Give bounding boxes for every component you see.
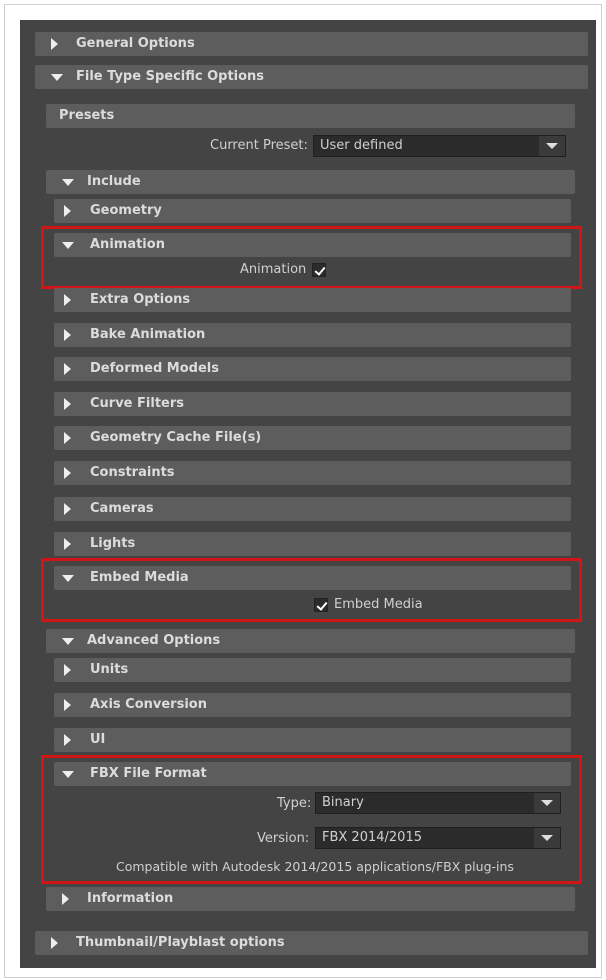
current-preset-dropdown[interactable]: User defined: [313, 135, 566, 157]
section-curve-filters[interactable]: Curve Filters: [54, 392, 571, 416]
current-preset-label: Current Preset:: [210, 138, 308, 153]
section-cameras[interactable]: Cameras: [54, 497, 571, 521]
section-constraints[interactable]: Constraints: [54, 461, 571, 485]
section-geometry[interactable]: Geometry: [54, 199, 571, 223]
expand-arrow-right-icon: [51, 38, 58, 50]
section-label: Advanced Options: [87, 633, 221, 648]
section-include[interactable]: Include: [46, 170, 575, 194]
expand-arrow-right-icon: [64, 363, 71, 375]
section-extra-options[interactable]: Extra Options: [54, 288, 571, 312]
expand-arrow-right-icon: [62, 893, 69, 905]
collapse-arrow-down-icon: [51, 74, 63, 81]
section-axis-conversion[interactable]: Axis Conversion: [54, 693, 571, 717]
section-ui[interactable]: UI: [54, 728, 571, 752]
section-bake-animation[interactable]: Bake Animation: [54, 323, 571, 347]
section-label: Geometry Cache File(s): [90, 430, 262, 445]
section-label: Constraints: [90, 465, 175, 480]
current-preset-value: User defined: [320, 138, 403, 153]
section-label: Geometry: [90, 203, 162, 218]
section-label: Presets: [59, 108, 115, 123]
section-label: Bake Animation: [90, 327, 206, 342]
expand-arrow-right-icon: [64, 699, 71, 711]
highlight-box-embed-media: [41, 558, 582, 622]
section-label: UI: [90, 732, 106, 747]
section-lights[interactable]: Lights: [54, 532, 571, 556]
section-label: File Type Specific Options: [76, 69, 265, 84]
section-general-options[interactable]: General Options: [35, 32, 588, 56]
expand-arrow-right-icon: [64, 329, 71, 341]
expand-arrow-right-icon: [64, 538, 71, 550]
expand-arrow-right-icon: [64, 432, 71, 444]
expand-arrow-right-icon: [64, 734, 71, 746]
collapse-arrow-down-icon: [62, 179, 74, 186]
section-label: Thumbnail/Playblast options: [76, 935, 285, 950]
section-label: Extra Options: [90, 292, 191, 307]
dropdown-button[interactable]: [539, 136, 565, 156]
section-label: Cameras: [90, 501, 154, 516]
section-label: Lights: [90, 536, 136, 551]
section-thumbnail-playblast[interactable]: Thumbnail/Playblast options: [35, 931, 588, 955]
highlight-box-animation: [41, 226, 582, 289]
section-geometry-cache[interactable]: Geometry Cache File(s): [54, 426, 571, 450]
section-label: Information: [87, 891, 174, 906]
dropdown-arrow-icon: [546, 143, 558, 149]
expand-arrow-right-icon: [64, 205, 71, 217]
expand-arrow-right-icon: [64, 398, 71, 410]
section-label: Units: [90, 662, 129, 677]
section-file-type-specific[interactable]: File Type Specific Options: [35, 65, 588, 89]
highlight-box-fbx-file-format: [41, 755, 582, 884]
section-advanced-options[interactable]: Advanced Options: [46, 629, 575, 653]
section-units[interactable]: Units: [54, 658, 571, 682]
section-deformed-models[interactable]: Deformed Models: [54, 357, 571, 381]
expand-arrow-right-icon: [51, 937, 58, 949]
expand-arrow-right-icon: [64, 467, 71, 479]
expand-arrow-right-icon: [64, 294, 71, 306]
section-information[interactable]: Information: [46, 887, 575, 911]
section-label: Include: [87, 174, 141, 189]
expand-arrow-right-icon: [64, 664, 71, 676]
section-presets: Presets: [46, 104, 575, 128]
section-label: Axis Conversion: [90, 697, 207, 712]
expand-arrow-right-icon: [64, 503, 71, 515]
section-label: Curve Filters: [90, 396, 184, 411]
section-label: Deformed Models: [90, 361, 219, 376]
section-label: General Options: [76, 36, 195, 51]
collapse-arrow-down-icon: [62, 638, 74, 645]
